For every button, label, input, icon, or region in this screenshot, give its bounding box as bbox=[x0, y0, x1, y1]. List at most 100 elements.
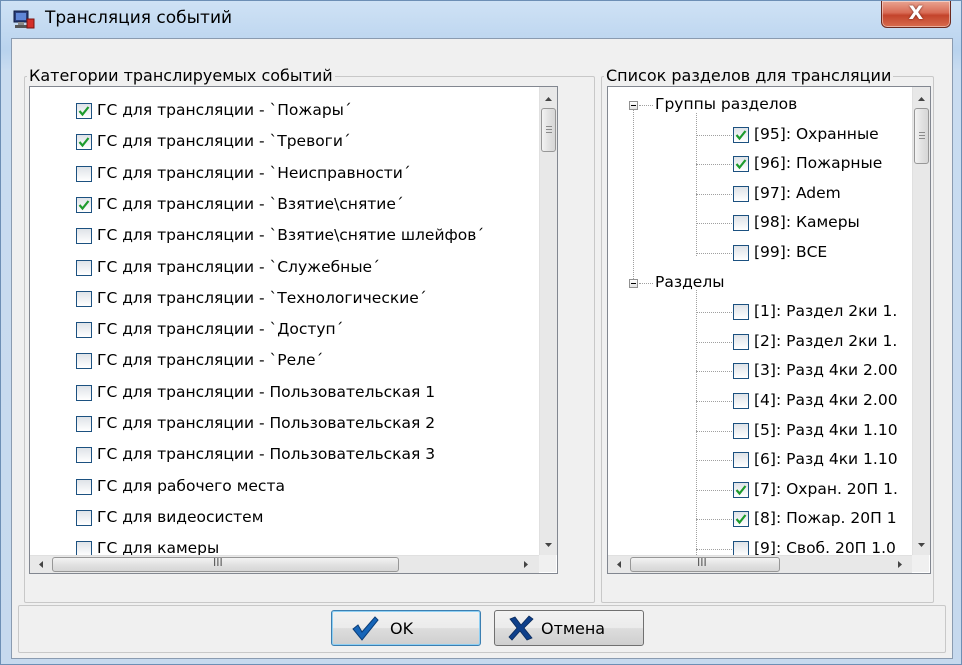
category-item-label: ГС для трансляции - Пользовательская 2 bbox=[97, 414, 436, 432]
category-item-label: ГС для трансляции - Пользовательская 3 bbox=[97, 445, 436, 464]
categories-hscrollbar[interactable]: III bbox=[30, 555, 539, 573]
category-item-label: ГС для трансляции - Пользовательская 1 bbox=[97, 382, 436, 401]
tree-leaf-label: [1]: Раздел 2ки 1. bbox=[754, 302, 898, 321]
partitions-hscrollbar[interactable]: III bbox=[608, 555, 912, 573]
categories-vscrollbar[interactable] bbox=[539, 87, 557, 555]
checkmark-icon bbox=[350, 614, 380, 646]
tree-connector-line bbox=[696, 193, 732, 195]
ok-button[interactable]: OK bbox=[331, 610, 481, 646]
tree-connector-line bbox=[633, 109, 634, 279]
scroll-grip: III bbox=[697, 556, 707, 569]
tree-connector-line bbox=[696, 290, 697, 555]
cancel-button-label: Отмена bbox=[541, 619, 606, 638]
checkbox-unchecked[interactable] bbox=[733, 333, 749, 350]
tree-connector-line bbox=[696, 223, 732, 225]
close-button[interactable]: X bbox=[881, 1, 951, 28]
category-item-label: ГС для трансляции - `Реле´ bbox=[97, 351, 324, 370]
checkbox-checked[interactable] bbox=[733, 481, 749, 498]
scroll-left-arrow-icon[interactable] bbox=[33, 556, 50, 573]
tree-leaf-label: [97]: Adem bbox=[754, 183, 841, 202]
tree-node-label: Разделы bbox=[655, 272, 725, 291]
window-title: Трансляция событий bbox=[45, 8, 233, 28]
checkbox-unchecked[interactable] bbox=[76, 322, 92, 339]
ok-button-label: OK bbox=[390, 619, 414, 638]
checkbox-unchecked[interactable] bbox=[76, 290, 92, 307]
tree-leaf-label: [3]: Разд 4ки 2.00 bbox=[754, 361, 898, 380]
checkbox-unchecked[interactable] bbox=[76, 165, 92, 182]
tree-leaf-label: [6]: Разд 4ки 1.10 bbox=[754, 450, 898, 469]
tree-leaf-label: [98]: Камеры bbox=[754, 213, 860, 232]
category-item-label: ГС для трансляции - `Пожары´ bbox=[97, 101, 352, 119]
checkbox-unchecked[interactable] bbox=[76, 353, 92, 370]
cross-icon bbox=[507, 615, 535, 645]
category-item-label: ГС для трансляции - `Доступ´ bbox=[97, 320, 344, 339]
checkbox-unchecked[interactable] bbox=[76, 384, 92, 401]
tree-leaf-label: [96]: Пожарные bbox=[754, 154, 883, 173]
checkbox-checked[interactable] bbox=[733, 511, 749, 528]
checkbox-unchecked[interactable] bbox=[733, 215, 749, 232]
scroll-grip: III bbox=[213, 556, 223, 569]
tree-connector-line bbox=[696, 430, 732, 432]
checkbox-unchecked[interactable] bbox=[733, 185, 749, 202]
checkbox-checked[interactable] bbox=[733, 126, 749, 143]
checkbox-unchecked[interactable] bbox=[76, 416, 92, 432]
checkbox-unchecked[interactable] bbox=[733, 452, 749, 469]
partitions-vscroll-thumb[interactable] bbox=[914, 108, 929, 164]
partitions-vscrollbar[interactable] bbox=[912, 87, 930, 555]
scroll-down-arrow-icon[interactable] bbox=[540, 536, 557, 553]
tree-connector-line bbox=[696, 460, 732, 462]
collapse-icon[interactable] bbox=[629, 278, 638, 288]
partitions-group-title: Список разделов для трансляции bbox=[604, 66, 894, 85]
checkbox-checked[interactable] bbox=[76, 196, 92, 213]
checkbox-unchecked[interactable] bbox=[733, 245, 749, 261]
checkbox-checked[interactable] bbox=[76, 103, 92, 119]
partitions-group: Список разделов для трансляции Группы ра… bbox=[601, 66, 934, 603]
category-item-label: ГС для трансляции - `Тревоги´ bbox=[97, 132, 351, 151]
checkbox-unchecked[interactable] bbox=[733, 393, 749, 409]
tree-leaf-label: [4]: Разд 4ки 2.00 bbox=[754, 391, 898, 409]
title-bar[interactable]: Трансляция событий X bbox=[1, 1, 961, 37]
checkbox-unchecked[interactable] bbox=[76, 259, 92, 276]
scroll-right-arrow-icon[interactable] bbox=[891, 556, 908, 573]
categories-vscroll-thumb[interactable] bbox=[541, 108, 556, 152]
category-item-label: ГС для трансляции - `Технологические´ bbox=[97, 288, 427, 307]
tree-connector-line bbox=[696, 341, 732, 343]
checkbox-unchecked[interactable] bbox=[76, 509, 92, 526]
tree-connector-line bbox=[696, 401, 732, 402]
categories-hscroll-thumb[interactable]: III bbox=[52, 556, 399, 572]
tree-leaf-label: [7]: Охран. 20П 1. bbox=[754, 479, 898, 498]
category-item-label: ГС для трансляции - `Взятие\снятие шлейф… bbox=[97, 226, 485, 245]
categories-group: Категории транслируемых событий ГС для т… bbox=[24, 66, 595, 603]
checkbox-unchecked[interactable] bbox=[733, 422, 749, 439]
tree-connector-line bbox=[696, 519, 732, 521]
collapse-icon[interactable] bbox=[629, 101, 638, 110]
checkbox-unchecked[interactable] bbox=[76, 228, 92, 245]
checkbox-unchecked[interactable] bbox=[733, 363, 749, 380]
category-item-label: ГС для трансляции - `Неисправности´ bbox=[97, 163, 411, 182]
scroll-left-arrow-icon[interactable] bbox=[611, 556, 628, 573]
partitions-hscroll-thumb[interactable]: III bbox=[630, 556, 780, 572]
categories-list[interactable]: ГС для трансляции - `Пожары´ ГС для транс… bbox=[29, 86, 558, 574]
tree-connector-line bbox=[696, 253, 732, 254]
scroll-up-arrow-icon[interactable] bbox=[913, 90, 930, 107]
category-item-label: ГС для рабочего места bbox=[97, 476, 285, 495]
scroll-right-arrow-icon[interactable] bbox=[517, 556, 534, 573]
checkbox-checked[interactable] bbox=[76, 134, 92, 151]
cancel-button[interactable]: Отмена bbox=[494, 610, 644, 646]
tree-connector-line bbox=[696, 112, 697, 256]
checkbox-checked[interactable] bbox=[733, 156, 749, 173]
checkbox-unchecked[interactable] bbox=[733, 304, 749, 321]
categories-group-title: Категории транслируемых событий bbox=[27, 66, 335, 85]
scrollbar-corner bbox=[912, 555, 929, 572]
tree-connector-line bbox=[696, 371, 732, 373]
partitions-tree[interactable]: Группы разделов [95]: Охранные [96]: Пожар… bbox=[607, 86, 931, 574]
tree-connector-line bbox=[639, 282, 653, 284]
dialog-client-area: Категории транслируемых событий ГС для т… bbox=[11, 38, 953, 659]
tree-leaf-label: [5]: Разд 4ки 1.10 bbox=[754, 420, 898, 439]
scroll-up-arrow-icon[interactable] bbox=[540, 90, 557, 107]
checkbox-unchecked[interactable] bbox=[76, 447, 92, 464]
tree-leaf-label: [2]: Раздел 2ки 1. bbox=[754, 331, 898, 350]
button-bar: OK Отмена bbox=[18, 605, 946, 653]
scroll-down-arrow-icon[interactable] bbox=[913, 536, 930, 553]
checkbox-unchecked[interactable] bbox=[76, 478, 92, 495]
